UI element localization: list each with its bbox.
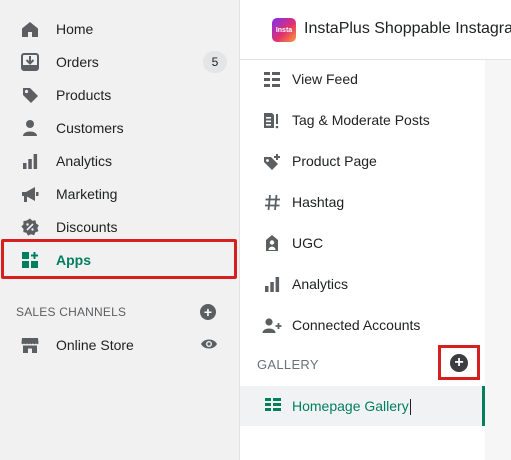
- nav-item-label: Products: [56, 87, 112, 103]
- nav-item-label: Marketing: [56, 186, 118, 202]
- app-nav-label: Tag & Moderate Posts: [292, 112, 430, 128]
- bar-chart-icon: [262, 275, 282, 293]
- app-nav-label: Product Page: [292, 153, 377, 169]
- content-area: [485, 60, 511, 460]
- gallery-grid-icon: [264, 397, 282, 417]
- app-nav-view-feed[interactable]: View Feed: [240, 64, 485, 94]
- hashtag-icon: [262, 193, 282, 211]
- megaphone-icon: [20, 185, 40, 203]
- tag-moderate-icon: [262, 111, 282, 129]
- nav-item-marketing[interactable]: Marketing: [0, 177, 240, 210]
- tag-icon: [20, 86, 40, 104]
- app-navigation: View Feed Tag & Moderate Posts Product P…: [240, 60, 485, 460]
- app-nav-label: Hashtag: [292, 194, 345, 210]
- instaplus-logo: Insta: [272, 18, 296, 42]
- nav-item-label: Home: [56, 21, 94, 37]
- nav-item-products[interactable]: Products: [0, 78, 240, 111]
- app-title: InstaPlus Shoppable Instagram: [304, 20, 511, 37]
- app-nav-label: UGC: [292, 235, 324, 251]
- feed-icon: [262, 70, 282, 88]
- orders-count-badge: 5: [203, 51, 227, 73]
- nav-item-orders[interactable]: Orders 5: [0, 45, 240, 78]
- nav-item-home[interactable]: Home: [0, 12, 240, 45]
- app-nav-analytics[interactable]: Analytics: [240, 269, 485, 299]
- add-gallery-button[interactable]: +: [450, 353, 468, 372]
- product-tag-icon: [262, 152, 282, 170]
- nav-item-label: Analytics: [56, 153, 113, 169]
- eye-icon[interactable]: [200, 337, 218, 356]
- ugc-icon: [262, 234, 282, 252]
- orders-icon: [20, 53, 40, 71]
- gallery-heading: GALLERY: [257, 357, 319, 372]
- home-icon: [20, 20, 40, 38]
- discount-icon: [20, 218, 40, 236]
- nav-item-label: Customers: [56, 120, 124, 136]
- app-nav-product-page[interactable]: Product Page: [240, 146, 485, 176]
- nav-item-label: Orders: [56, 54, 99, 70]
- app-window: Home Orders 5 Products Customers Analyti…: [0, 0, 511, 460]
- gallery-item-label: Homepage Gallery: [292, 398, 411, 416]
- add-person-icon: [262, 316, 282, 334]
- store-icon: [20, 336, 40, 354]
- text-cursor: [409, 399, 411, 416]
- nav-item-label: Online Store: [56, 337, 134, 353]
- app-nav-label: Analytics: [292, 276, 349, 292]
- app-nav-ugc[interactable]: UGC: [240, 228, 485, 258]
- nav-item-online-store[interactable]: Online Store: [0, 328, 240, 361]
- nav-item-customers[interactable]: Customers: [0, 111, 240, 144]
- add-sales-channel-button[interactable]: +: [200, 304, 216, 320]
- app-nav-connected-accounts[interactable]: Connected Accounts: [240, 310, 485, 340]
- add-gallery-highlight: +: [438, 345, 480, 380]
- sales-channels-heading: SALES CHANNELS: [16, 305, 127, 319]
- bar-chart-icon: [20, 152, 40, 170]
- admin-sidebar: Home Orders 5 Products Customers Analyti…: [0, 0, 240, 460]
- app-nav-hashtag[interactable]: Hashtag: [240, 187, 485, 217]
- app-nav-tag-moderate[interactable]: Tag & Moderate Posts: [240, 105, 485, 135]
- nav-item-label: Discounts: [56, 219, 118, 235]
- app-nav-label: Connected Accounts: [292, 317, 421, 333]
- gallery-item-homepage[interactable]: Homepage Gallery: [240, 386, 485, 426]
- apps-highlight-box: [1, 239, 237, 279]
- nav-item-analytics[interactable]: Analytics: [0, 144, 240, 177]
- app-nav-label: View Feed: [292, 71, 358, 87]
- person-icon: [20, 119, 40, 137]
- app-header: Insta InstaPlus Shoppable Instagram: [240, 0, 511, 60]
